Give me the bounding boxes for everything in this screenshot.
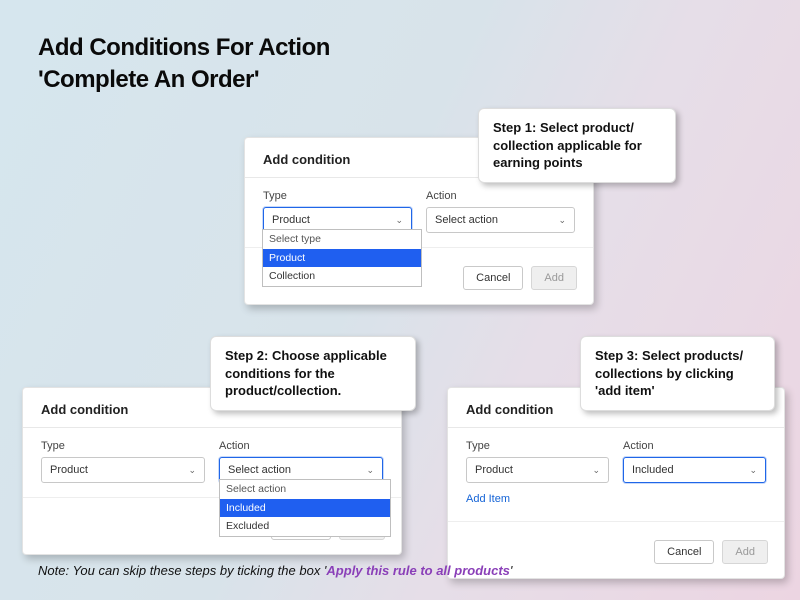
caret-icon: ⌄ [749,465,757,476]
caret-icon: ⌄ [188,465,196,476]
caret-icon: ⌄ [592,465,600,476]
dropdown-header: Select action [220,480,390,499]
title-line-2: 'Complete An Order' [38,64,330,96]
dropdown-option-collection[interactable]: Collection [263,267,421,286]
title-line-1: Add Conditions For Action [38,32,330,64]
divider [448,521,784,522]
cancel-button[interactable]: Cancel [463,266,523,290]
note-suffix: ' [510,563,512,578]
action-select-value: Select action [228,464,291,476]
callout-step1: Step 1: Select product/ collection appli… [478,108,676,183]
add-button[interactable]: Add [722,540,768,564]
action-select[interactable]: Included ⌄ [623,457,766,483]
type-select-value: Product [272,214,310,226]
action-label: Action [219,440,383,452]
page-title: Add Conditions For Action 'Complete An O… [38,32,330,97]
action-select[interactable]: Select action ⌄ [426,207,575,233]
cancel-button[interactable]: Cancel [654,540,714,564]
dropdown-option-excluded[interactable]: Excluded [220,517,390,536]
type-label: Type [263,190,412,202]
type-select[interactable]: Product ⌄ [41,457,205,483]
action-select-value: Select action [435,214,498,226]
caret-icon: ⌄ [395,215,403,226]
note-prefix: Note: You can skip these steps by tickin… [38,563,326,578]
caret-icon: ⌄ [366,465,374,476]
dropdown-header: Select type [263,230,421,249]
type-dropdown[interactable]: Select type Product Collection [262,229,422,287]
dropdown-option-product[interactable]: Product [263,249,421,268]
callout-step3: Step 3: Select products/ collections by … [580,336,775,411]
action-select-value: Included [632,464,674,476]
dropdown-option-included[interactable]: Included [220,499,390,518]
add-item-link[interactable]: Add Item [466,493,510,505]
note-highlight: Apply this rule to all products [326,563,509,578]
type-label: Type [41,440,205,452]
action-label: Action [623,440,766,452]
type-select[interactable]: Product ⌄ [466,457,609,483]
caret-icon: ⌄ [558,215,566,226]
type-select-value: Product [50,464,88,476]
add-button[interactable]: Add [531,266,577,290]
modal-step3: Add condition Type Product ⌄ Action Incl… [447,387,785,579]
type-label: Type [466,440,609,452]
footer-note: Note: You can skip these steps by tickin… [38,563,512,578]
type-select-value: Product [475,464,513,476]
action-label: Action [426,190,575,202]
action-dropdown[interactable]: Select action Included Excluded [219,479,391,537]
callout-step2: Step 2: Choose applicable conditions for… [210,336,416,411]
